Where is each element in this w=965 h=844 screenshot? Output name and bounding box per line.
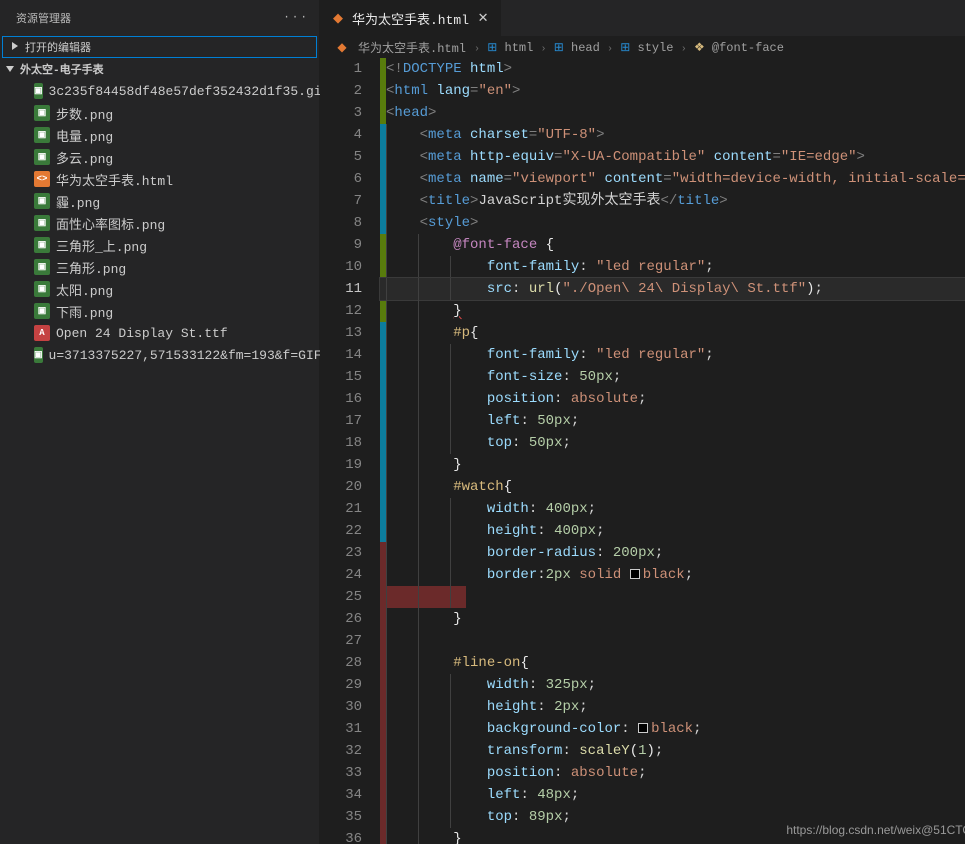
img-file-icon: ▣: [34, 83, 43, 99]
file-name: 霾.png: [56, 192, 100, 211]
img-file-icon: ▣: [34, 347, 43, 363]
watermark: https://blog.csdn.net/weix@51CTO博客: [786, 821, 965, 838]
img-file-icon: ▣: [34, 237, 50, 253]
breadcrumb-icon: ❖: [694, 41, 705, 55]
breadcrumb-icon: ⊞: [620, 41, 630, 55]
file-item[interactable]: ▣u=3713375227,571533122&fm=193&f=GIF...: [0, 344, 319, 366]
code-content[interactable]: <!DOCTYPE html><html lang="en"><head> <m…: [380, 58, 965, 844]
img-file-icon: ▣: [34, 149, 50, 165]
close-icon[interactable]: ✕: [475, 10, 491, 26]
editor-area: ◆ 华为太空手表.html ✕ ◆ 华为太空手表.html › ⊞ html ›…: [320, 0, 965, 844]
tab-label: 华为太空手表.html: [352, 9, 469, 28]
file-name: Open 24 Display St.ttf: [56, 326, 228, 341]
img-file-icon: ▣: [34, 281, 50, 297]
open-editors-label: 打开的编辑器: [25, 39, 91, 55]
chevron-right-icon: ›: [607, 44, 613, 55]
file-list: ▣3c235f84458df48e57def352432d1f35.gif▣步数…: [0, 80, 319, 366]
chevron-right-icon: ›: [681, 44, 687, 55]
folder-name: 外太空-电子手表: [20, 61, 104, 77]
breadcrumb[interactable]: ◆ 华为太空手表.html › ⊞ html › ⊞ head › ⊞ styl…: [320, 36, 965, 58]
breadcrumb-item[interactable]: @font-face: [712, 41, 784, 55]
file-item[interactable]: ▣ 三角形_上.png: [0, 234, 319, 256]
img-file-icon: ▣: [34, 259, 50, 275]
file-item[interactable]: <> 华为太空手表.html: [0, 168, 319, 190]
file-item[interactable]: ▣3c235f84458df48e57def352432d1f35.gif: [0, 80, 319, 102]
file-item[interactable]: ▣ 步数.png: [0, 102, 319, 124]
breadcrumb-item[interactable]: style: [638, 41, 674, 55]
explorer-header: 资源管理器 ···: [0, 0, 319, 36]
img-file-icon: ▣: [34, 127, 50, 143]
folder-root[interactable]: 外太空-电子手表: [0, 58, 319, 80]
file-name: u=3713375227,571533122&fm=193&f=GIF...: [49, 348, 345, 363]
file-name: 电量.png: [56, 126, 113, 145]
file-name: 3c235f84458df48e57def352432d1f35.gif: [49, 84, 330, 99]
file-name: 太阳.png: [56, 280, 113, 299]
file-name: 三角形_上.png: [56, 236, 147, 255]
tab-bar: ◆ 华为太空手表.html ✕: [320, 0, 965, 36]
img-file-icon: ▣: [34, 303, 50, 319]
html-file-icon: ◆: [330, 10, 346, 26]
html-file-icon: <>: [34, 171, 50, 187]
chevron-right-icon: ›: [541, 44, 547, 55]
file-item[interactable]: ▣ 三角形.png: [0, 256, 319, 278]
file-item[interactable]: ▣ 太阳.png: [0, 278, 319, 300]
img-file-icon: ▣: [34, 193, 50, 209]
code-editor[interactable]: 1234567891011121314151617181920212223242…: [320, 58, 965, 844]
chevron-right-icon: ›: [474, 44, 480, 55]
file-name: 步数.png: [56, 104, 113, 123]
img-file-icon: ▣: [34, 105, 50, 121]
breadcrumb-item[interactable]: head: [571, 41, 600, 55]
file-name: 面性心率图标.png: [56, 214, 165, 233]
font-file-icon: A: [34, 325, 50, 341]
explorer-sidebar: 资源管理器 ··· 打开的编辑器 外太空-电子手表 ▣3c235f84458df…: [0, 0, 320, 844]
line-number-gutter: 1234567891011121314151617181920212223242…: [320, 58, 380, 844]
img-file-icon: ▣: [34, 215, 50, 231]
file-item[interactable]: ▣ 霾.png: [0, 190, 319, 212]
file-name: 下雨.png: [56, 302, 113, 321]
more-actions-icon[interactable]: ···: [283, 12, 309, 24]
html-file-icon: ◆: [334, 39, 350, 55]
file-name: 多云.png: [56, 148, 113, 167]
breadcrumb-file[interactable]: 华为太空手表.html: [358, 39, 466, 56]
breadcrumb-item[interactable]: html: [505, 41, 534, 55]
tab-active[interactable]: ◆ 华为太空手表.html ✕: [320, 0, 502, 36]
file-name: 华为太空手表.html: [56, 170, 173, 189]
file-item[interactable]: A Open 24 Display St.ttf: [0, 322, 319, 344]
breadcrumb-icon: ⊞: [554, 41, 564, 55]
open-editors-section[interactable]: 打开的编辑器: [2, 36, 317, 58]
file-name: 三角形.png: [56, 258, 126, 277]
file-item[interactable]: ▣ 电量.png: [0, 124, 319, 146]
file-item[interactable]: ▣ 面性心率图标.png: [0, 212, 319, 234]
explorer-title: 资源管理器: [16, 10, 71, 26]
breadcrumb-icon: ⊞: [487, 41, 497, 55]
file-item[interactable]: ▣ 下雨.png: [0, 300, 319, 322]
file-item[interactable]: ▣ 多云.png: [0, 146, 319, 168]
